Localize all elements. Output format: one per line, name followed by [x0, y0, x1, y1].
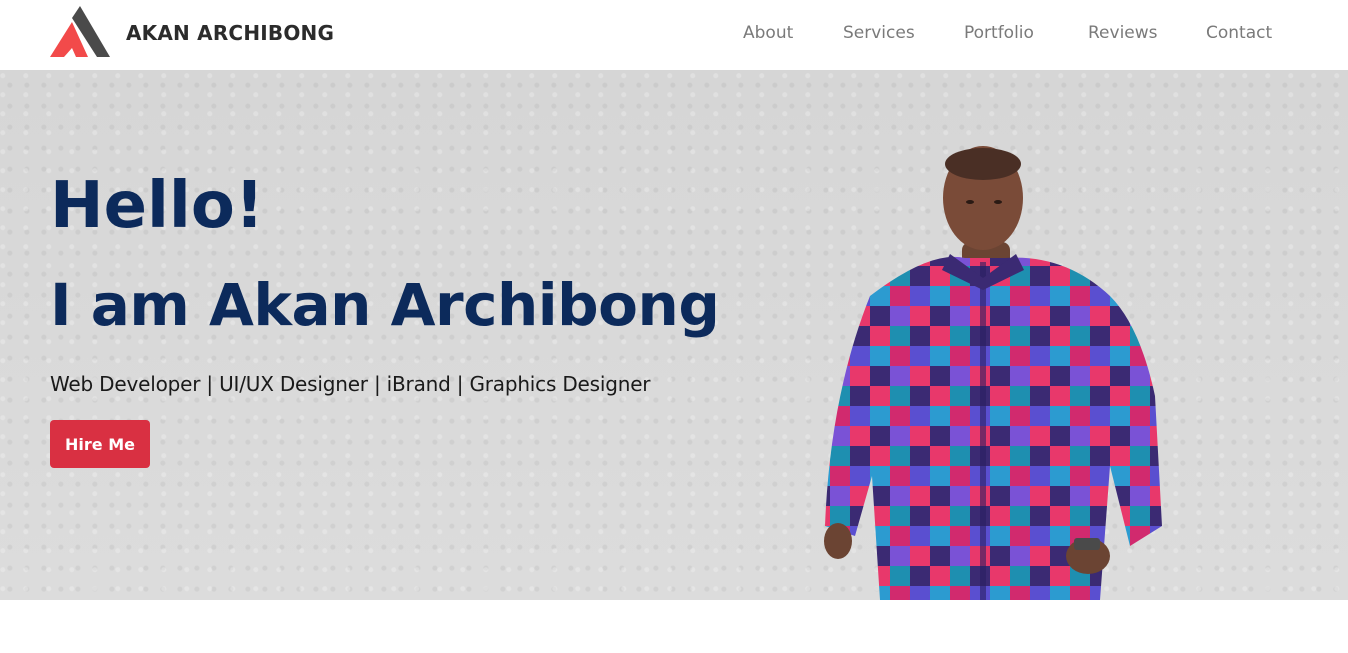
brand-name[interactable]: AKAN ARCHIBONG: [126, 21, 334, 45]
hire-me-button[interactable]: Hire Me: [50, 420, 150, 468]
nav-services[interactable]: Services: [843, 23, 915, 43]
top-navbar: AKAN ARCHIBONG About Services Portfolio …: [0, 0, 1348, 70]
nav-about[interactable]: About: [743, 23, 793, 43]
logo-icon[interactable]: [50, 6, 110, 58]
hero-tagline: Web Developer | UI/UX Designer | iBrand …: [50, 372, 651, 396]
nav-contact[interactable]: Contact: [1206, 23, 1272, 43]
hero-greeting: Hello!: [50, 169, 264, 243]
portrait-photo: [824, 146, 1162, 600]
hero-section: Hello! I am Akan Archibong Web Developer…: [0, 70, 1348, 600]
nav-portfolio[interactable]: Portfolio: [964, 23, 1034, 43]
hero-intro: I am Akan Archibong: [50, 271, 720, 339]
nav-reviews[interactable]: Reviews: [1088, 23, 1158, 43]
